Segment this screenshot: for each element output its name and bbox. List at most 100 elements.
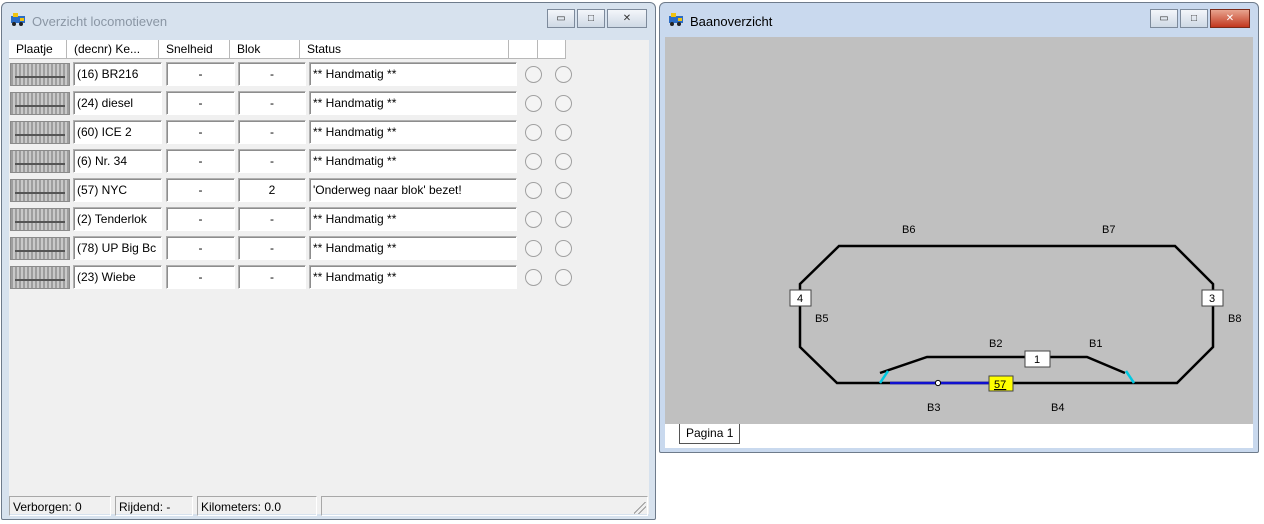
loco-row[interactable]: (57) NYC -2 'Onderweg naar blok' bezet!: [9, 176, 649, 204]
indicator-circle-icon[interactable]: [525, 211, 542, 228]
loco-speed: -: [166, 236, 235, 260]
loco-picture[interactable]: [10, 266, 70, 289]
loco-row[interactable]: (23) Wiebe - - ** Handmatig **: [9, 263, 649, 291]
block-label-b8: B8: [1228, 313, 1241, 325]
resize-grip-icon[interactable]: [634, 502, 646, 514]
loco-name: (78) UP Big Bc: [73, 236, 162, 260]
loco-statusbar: Verborgen: 0 Rijdend: - Kilometers: 0.0: [9, 496, 648, 516]
indicator-circle-icon[interactable]: [525, 269, 542, 286]
minimize-icon: ▭: [1159, 13, 1169, 24]
loco-status: ** Handmatig **: [309, 91, 517, 115]
column-header-indicator-2[interactable]: [538, 40, 566, 59]
indicator-circle-icon[interactable]: [525, 182, 542, 199]
loco-name: (2) Tenderlok: [73, 207, 162, 231]
loco-marker-57[interactable]: 57: [988, 375, 1014, 392]
loco-marker-57-text: 57: [994, 379, 1006, 391]
loco-status: ** Handmatig **: [309, 207, 517, 231]
column-header-status[interactable]: Status: [300, 40, 509, 59]
loco-row[interactable]: (24) diesel - - ** Handmatig **: [9, 89, 649, 117]
close-icon: ✕: [1225, 13, 1235, 24]
loco-block: -: [238, 62, 306, 86]
close-icon: ✕: [622, 13, 632, 24]
loco-picture[interactable]: [10, 208, 70, 231]
close-button[interactable]: ✕: [1210, 9, 1250, 28]
minimize-button[interactable]: ▭: [1150, 9, 1178, 28]
block-label-b4: B4: [1051, 402, 1064, 414]
track-outer-loop[interactable]: [798, 244, 1215, 385]
loco-picture[interactable]: [10, 92, 70, 115]
loco-row[interactable]: (16) BR216- - ** Handmatig **: [9, 60, 649, 88]
indicator-circle-icon[interactable]: [525, 153, 542, 170]
loco-block: -: [238, 207, 306, 231]
loco-row[interactable]: (6) Nr. 34- - ** Handmatig **: [9, 147, 649, 175]
loco-status: ** Handmatig **: [309, 149, 517, 173]
track-canvas[interactable]: B6 B7 B5 B8 B2 B1 B3 B4 4 3 1 57: [665, 37, 1253, 424]
maximize-icon: □: [1190, 13, 1198, 24]
loco-speed: -: [166, 265, 235, 289]
turnout-right[interactable]: [1124, 370, 1136, 384]
track-siding[interactable]: [879, 355, 1126, 375]
loco-picture[interactable]: [10, 121, 70, 144]
block-marker-1[interactable]: 1: [1024, 350, 1051, 368]
block-marker-4[interactable]: 4: [789, 289, 812, 307]
loco-block: -: [238, 265, 306, 289]
maximize-button[interactable]: □: [1180, 9, 1208, 28]
column-header-picture[interactable]: Plaatje: [9, 40, 67, 59]
sensor-dot[interactable]: [934, 379, 942, 387]
loco-speed: -: [166, 91, 235, 115]
loco-picture[interactable]: [10, 237, 70, 260]
maximize-button[interactable]: □: [577, 9, 605, 28]
block-marker-3[interactable]: 3: [1201, 289, 1224, 307]
block-marker-4-text: 4: [797, 293, 803, 305]
block-label-b6: B6: [902, 224, 915, 236]
loco-block: -: [238, 149, 306, 173]
loco-picture[interactable]: [10, 63, 70, 86]
loco-status: ** Handmatig **: [309, 265, 517, 289]
loco-speed: -: [166, 149, 235, 173]
loco-status: ** Handmatig **: [309, 236, 517, 260]
block-label-b7: B7: [1102, 224, 1115, 236]
column-header-indicator-1[interactable]: [509, 40, 538, 59]
indicator-circle-icon[interactable]: [525, 240, 542, 257]
status-hidden: Verborgen: 0: [9, 496, 111, 516]
indicator-circle-icon[interactable]: [555, 153, 572, 170]
minimize-button[interactable]: ▭: [547, 9, 575, 28]
loco-overview-window: Overzicht locomotieven ▭ □ ✕ Plaatje (de…: [1, 2, 656, 520]
indicator-circle-icon[interactable]: [525, 95, 542, 112]
loco-list-header: Plaatje (decnr) Ke... Snelheid Blok Stat…: [9, 40, 566, 59]
loco-window-titlebar[interactable]: Overzicht locomotieven ▭ □ ✕: [2, 3, 655, 33]
locomotive-icon: [11, 13, 25, 26]
loco-block: -: [238, 91, 306, 115]
indicator-circle-icon[interactable]: [555, 211, 572, 228]
block-label-b1: B1: [1089, 338, 1102, 350]
loco-picture[interactable]: [10, 179, 70, 202]
indicator-circle-icon[interactable]: [555, 66, 572, 83]
indicator-circle-icon[interactable]: [555, 95, 572, 112]
loco-block: -: [238, 120, 306, 144]
maximize-icon: □: [587, 13, 595, 24]
column-header-block[interactable]: Blok: [230, 40, 300, 59]
tab-pagina-1[interactable]: Pagina 1: [679, 424, 741, 444]
column-header-name[interactable]: (decnr) Ke...: [67, 40, 159, 59]
block-marker-1-text: 1: [1034, 354, 1040, 366]
loco-status: ** Handmatig **: [309, 120, 517, 144]
indicator-circle-icon[interactable]: [525, 66, 542, 83]
block-label-b3: B3: [927, 402, 940, 414]
locomotive-icon: [669, 13, 683, 26]
loco-status: 'Onderweg naar blok' bezet!: [309, 178, 517, 202]
close-button[interactable]: ✕: [607, 9, 647, 28]
indicator-circle-icon[interactable]: [555, 240, 572, 257]
indicator-circle-icon[interactable]: [555, 182, 572, 199]
column-header-speed[interactable]: Snelheid: [159, 40, 230, 59]
indicator-circle-icon[interactable]: [525, 124, 542, 141]
loco-picture[interactable]: [10, 150, 70, 173]
loco-row[interactable]: (2) Tenderlok - - ** Handmatig **: [9, 205, 649, 233]
loco-row[interactable]: (60) ICE 2- - ** Handmatig **: [9, 118, 649, 146]
track-window-titlebar[interactable]: Baanoverzicht ▭ □ ✕: [660, 3, 1258, 33]
loco-name: (16) BR216: [73, 62, 162, 86]
status-empty: [321, 496, 648, 516]
loco-row[interactable]: (78) UP Big Bc - - ** Handmatig **: [9, 234, 649, 262]
indicator-circle-icon[interactable]: [555, 124, 572, 141]
indicator-circle-icon[interactable]: [555, 269, 572, 286]
loco-speed: -: [166, 62, 235, 86]
